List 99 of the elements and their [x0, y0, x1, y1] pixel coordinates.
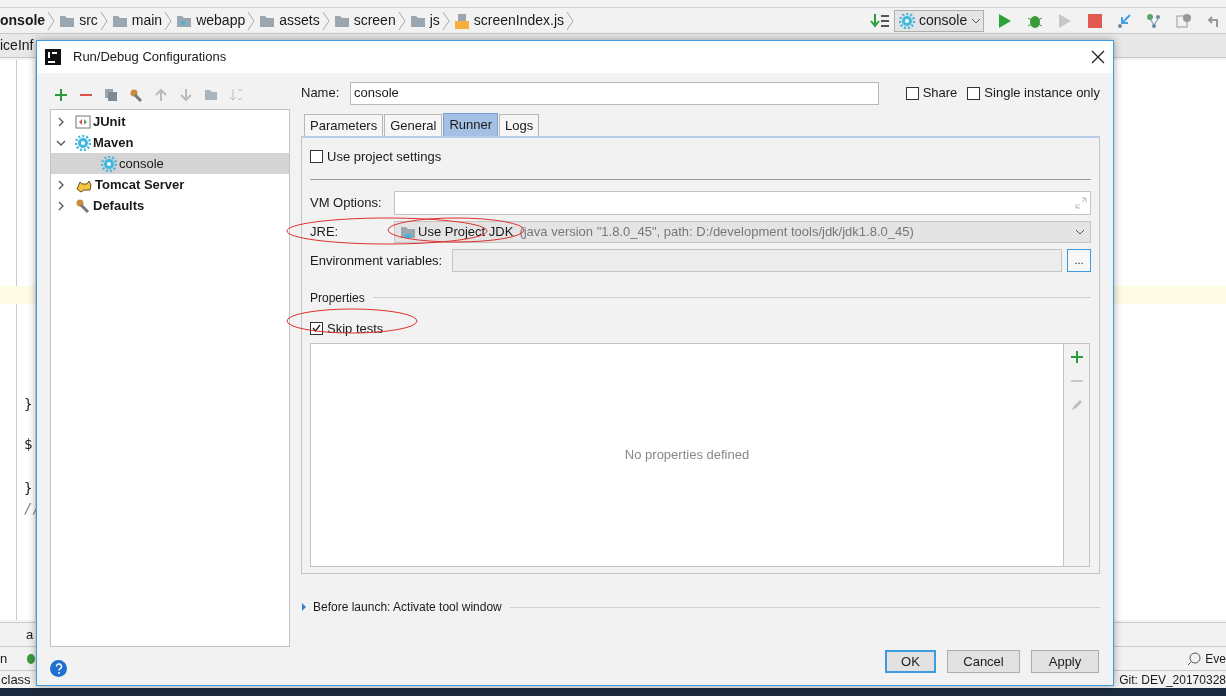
- gear-icon: [899, 12, 915, 29]
- question-mark-icon: [54, 663, 63, 674]
- name-field[interactable]: console: [350, 81, 879, 105]
- run-icon: [998, 12, 1012, 29]
- history-icon: [1176, 12, 1192, 29]
- gear-icon: [101, 155, 117, 172]
- checkbox-label[interactable]: Single instance only: [984, 83, 1100, 103]
- folder-icon: [400, 224, 416, 239]
- jre-dropdown[interactable]: Use Project JDK (java version "1.8.0_45", path: D:/development tools/jdk/jdk1.8.0_45): [394, 220, 1091, 243]
- chevron-icon: [99, 10, 108, 31]
- tool-tab[interactable]: a: [0, 624, 34, 645]
- breadcrumb-item[interactable]: onsole: [0, 10, 46, 31]
- status-text: class: [0, 670, 31, 689]
- chevron-icon: [441, 10, 450, 31]
- junit-icon: [75, 113, 91, 130]
- folder-icon: [409, 13, 426, 28]
- expand-arrow-icon: [301, 603, 307, 611]
- editor-tab[interactable]: iceInf: [0, 35, 34, 56]
- section-toggle[interactable]: Before launch: Activate tool window: [311, 598, 506, 616]
- vcs-update-icon: [1116, 12, 1132, 29]
- caret-icon: [1075, 228, 1085, 235]
- run-config-dropdown[interactable]: console: [894, 9, 984, 32]
- help-icon[interactable]: [50, 660, 67, 677]
- edit-icon[interactable]: [1070, 399, 1083, 411]
- up-arrow-icon[interactable]: [154, 88, 168, 102]
- app-icon: [45, 49, 61, 65]
- folder-icon: [333, 13, 350, 28]
- add-icon[interactable]: [54, 88, 68, 102]
- tab[interactable]: General: [384, 114, 443, 136]
- tree-item[interactable]: JUnit: [51, 111, 289, 132]
- field-label: VM Options:: [310, 193, 383, 212]
- folder-icon[interactable]: [204, 88, 218, 102]
- chevron-icon: [164, 10, 173, 31]
- dialog-button[interactable]: OK: [885, 650, 936, 673]
- js-file-icon: [453, 12, 470, 29]
- folder-icon: [59, 13, 76, 28]
- code-text: }: [24, 479, 33, 498]
- vm-options-field[interactable]: [394, 190, 1091, 215]
- checkmark-icon: [312, 324, 321, 333]
- wrench-icon: [75, 197, 91, 214]
- build-icon: [870, 12, 890, 29]
- breadcrumb-item[interactable]: webapp: [196, 10, 246, 31]
- breadcrumb-item[interactable]: main: [131, 10, 163, 31]
- checkbox[interactable]: [905, 86, 919, 100]
- checkbox[interactable]: [310, 150, 323, 164]
- tree-item[interactable]: Defaults: [51, 195, 289, 216]
- close-icon[interactable]: [1091, 50, 1105, 64]
- breadcrumb-item[interactable]: screen: [353, 10, 396, 31]
- chevron-icon: [397, 10, 406, 31]
- tree-item[interactable]: Tomcat Server: [51, 174, 289, 195]
- tab[interactable]: Logs: [499, 114, 540, 136]
- section-heading: Properties: [310, 289, 366, 307]
- code-text: }: [24, 395, 33, 414]
- current-line-highlight: [0, 286, 35, 304]
- field-label: JRE:: [310, 222, 340, 241]
- tree-item[interactable]: console: [51, 153, 289, 174]
- down-arrow-icon[interactable]: [179, 88, 193, 102]
- add-icon[interactable]: [1070, 351, 1083, 363]
- chevron-icon: [566, 10, 575, 31]
- breadcrumb-item[interactable]: assets: [279, 10, 320, 31]
- folder-icon: [176, 13, 193, 28]
- tab[interactable]: Runner: [443, 113, 499, 136]
- checkbox-label[interactable]: Use project settings: [327, 147, 442, 167]
- bug-icon: [25, 652, 38, 665]
- gear-icon: [75, 134, 91, 151]
- empty-message: No properties defined: [624, 446, 750, 465]
- dialog-button[interactable]: Apply: [1031, 650, 1099, 673]
- tree-item[interactable]: Maven: [51, 132, 289, 153]
- sort-icon[interactable]: [229, 88, 243, 102]
- copy-icon[interactable]: [104, 88, 118, 102]
- checkbox-label[interactable]: Share: [922, 83, 958, 103]
- breadcrumb-item[interactable]: src: [79, 10, 98, 31]
- field-label: Environment variables:: [310, 251, 444, 270]
- checkbox[interactable]: [967, 86, 981, 100]
- expand-icon: [1075, 196, 1087, 209]
- tool-tab[interactable]: Eve: [1205, 649, 1226, 668]
- folder-icon: [259, 13, 276, 28]
- search-icon: [1187, 651, 1202, 666]
- branch-icon: [1146, 12, 1162, 29]
- code-text: $: [24, 435, 33, 454]
- chevron-icon: [247, 10, 256, 31]
- field-label: Name:: [301, 84, 341, 103]
- breadcrumb-item[interactable]: screenIndex.js: [473, 10, 565, 31]
- environment-variables-field[interactable]: [452, 249, 1062, 272]
- window-title: Run/Debug Configurations: [73, 48, 228, 67]
- breadcrumb-item[interactable]: js: [429, 10, 440, 31]
- tab[interactable]: Parameters: [304, 114, 384, 136]
- git-branch[interactable]: Git: DEV_20170328: [1119, 670, 1226, 689]
- stop-icon: [1088, 13, 1102, 28]
- folder-icon: [111, 13, 128, 28]
- chevron-icon: [321, 10, 330, 31]
- checkbox-label[interactable]: Skip tests: [327, 318, 384, 338]
- tool-tab[interactable]: n: [0, 648, 8, 669]
- chevron-icon: [47, 10, 56, 31]
- checkbox[interactable]: [310, 321, 323, 335]
- dialog-button[interactable]: Cancel: [947, 650, 1020, 673]
- browse-button[interactable]: ...: [1067, 249, 1091, 272]
- caret-icon: [971, 17, 982, 24]
- wrench-icon[interactable]: [129, 88, 143, 102]
